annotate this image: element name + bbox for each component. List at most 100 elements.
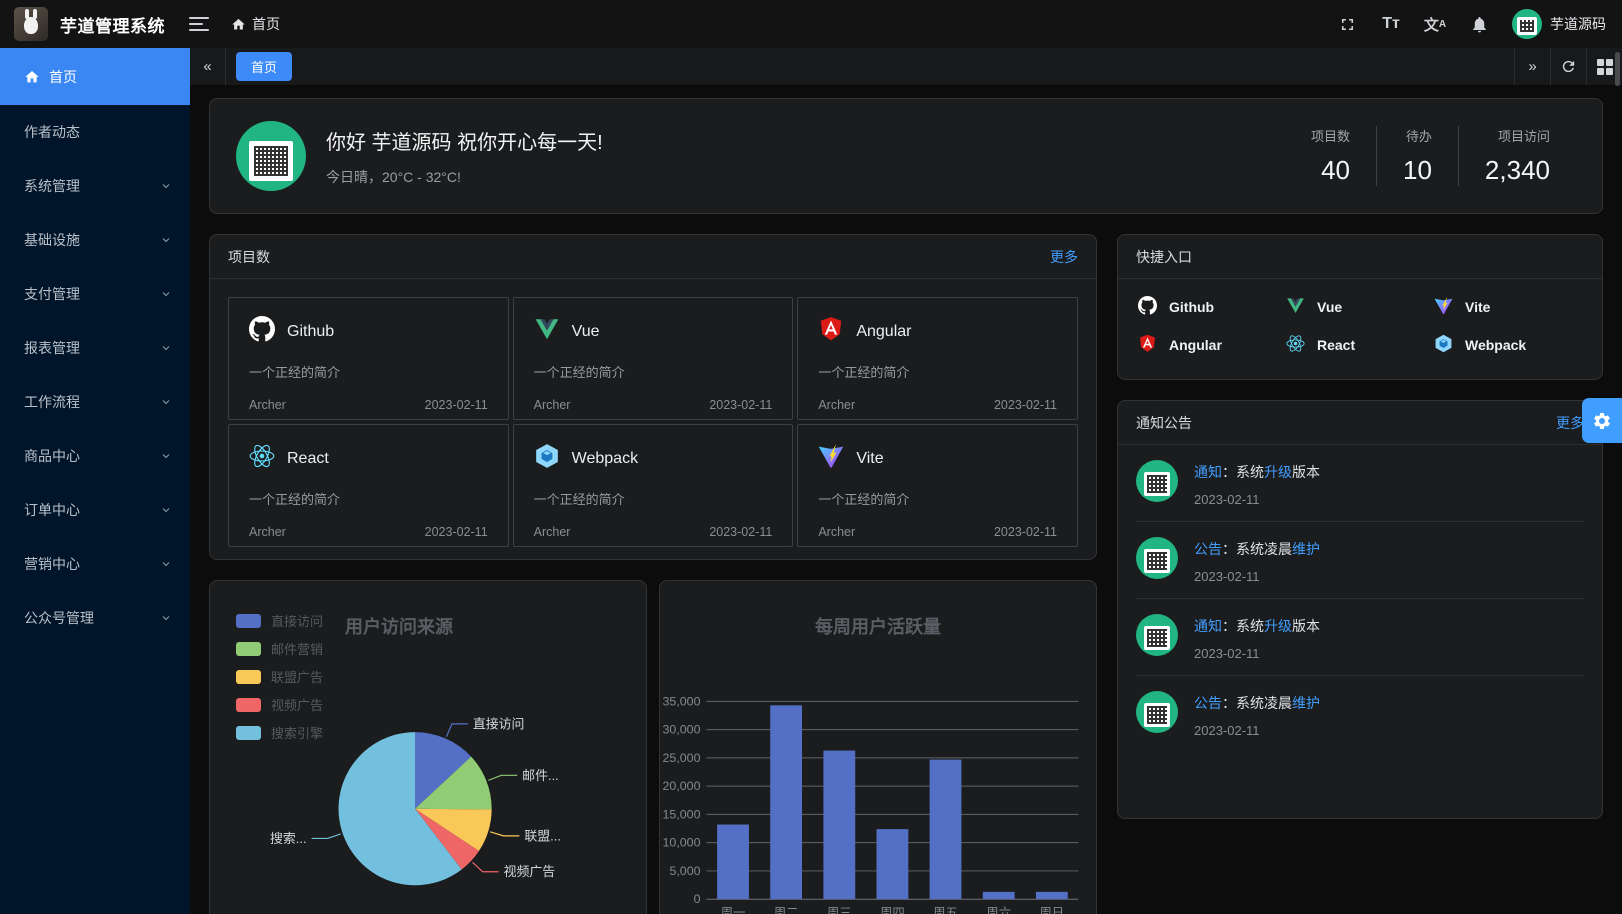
- project-card-webpack[interactable]: Webpack一个正经的简介Archer2023-02-11: [513, 424, 794, 547]
- chevron-down-icon: [160, 288, 172, 300]
- chevron-down-icon: [160, 558, 172, 570]
- welcome-card: 你好 芋道源码 祝你开心每一天! 今日晴，20°C - 32°C! 项目数40待…: [209, 98, 1603, 214]
- svg-text:周日: 周日: [1039, 906, 1064, 914]
- notice-item-0[interactable]: 通知：系统升级版本2023-02-11: [1136, 445, 1584, 522]
- user-avatar: [1512, 9, 1542, 39]
- notices-card: 通知公告 更多 通知：系统升级版本2023-02-11公告：系统凌晨维护2023…: [1117, 400, 1603, 819]
- user-menu[interactable]: 芋道源码: [1512, 9, 1606, 39]
- page-content: 你好 芋道源码 祝你开心每一天! 今日晴，20°C - 32°C! 项目数40待…: [190, 86, 1622, 914]
- tabs-scroll-left-button[interactable]: «: [190, 48, 226, 85]
- projects-grid: Github一个正经的简介Archer2023-02-11Vue一个正经的简介A…: [210, 279, 1096, 565]
- sidebar-item-10[interactable]: 公众号管理: [0, 591, 190, 645]
- stat-0: 项目数40: [1285, 126, 1376, 186]
- gear-icon: [1592, 411, 1612, 431]
- vue-icon: [1286, 296, 1305, 318]
- bar-chart-card: 每周用户活跃量 05,00010,00015,00020,00025,00030…: [659, 580, 1097, 914]
- refresh-button[interactable]: [1550, 48, 1586, 85]
- bell-icon[interactable]: [1468, 13, 1490, 35]
- svg-text:周三: 周三: [827, 906, 852, 914]
- svg-text:搜索...: 搜索...: [270, 831, 307, 846]
- projects-card: 项目数 更多 Github一个正经的简介Archer2023-02-11Vue一…: [209, 234, 1097, 560]
- scrollbar-thumb[interactable]: [1615, 52, 1620, 86]
- shortcuts-grid: GithubVueVite AngularReactWebpack: [1118, 279, 1602, 373]
- react-icon: [1286, 334, 1305, 356]
- shortcut-webpack[interactable]: Webpack: [1434, 329, 1582, 361]
- svg-text:30,000: 30,000: [663, 723, 701, 737]
- svg-text:邮件...: 邮件...: [522, 768, 559, 783]
- welcome-avatar: [236, 121, 306, 191]
- home-icon: [24, 69, 40, 85]
- notice-item-1[interactable]: 公告：系统凌晨维护2023-02-11: [1136, 522, 1584, 599]
- sidebar-item-6[interactable]: 工作流程: [0, 375, 190, 429]
- project-card-react[interactable]: React一个正经的简介Archer2023-02-11: [228, 424, 509, 547]
- translate-icon[interactable]: 文A: [1424, 13, 1446, 35]
- sidebar-item-8[interactable]: 订单中心: [0, 483, 190, 537]
- notice-avatar: [1136, 460, 1178, 502]
- angular-icon: [1138, 334, 1157, 356]
- tab-bar: « 首页 »: [190, 48, 1622, 86]
- breadcrumb[interactable]: 首页: [231, 14, 280, 34]
- project-card-angular[interactable]: Angular一个正经的简介Archer2023-02-11: [797, 297, 1078, 420]
- github-icon: [249, 316, 275, 347]
- sidebar-item-4[interactable]: 支付管理: [0, 267, 190, 321]
- chevron-down-icon: [160, 180, 172, 192]
- sidebar-item-3[interactable]: 基础设施: [0, 213, 190, 267]
- svg-text:周二: 周二: [774, 906, 799, 914]
- fullscreen-icon[interactable]: [1336, 13, 1358, 35]
- svg-text:周一: 周一: [721, 906, 746, 914]
- font-size-icon[interactable]: Tт: [1380, 13, 1402, 35]
- chevron-down-icon: [160, 504, 172, 516]
- notice-item-2[interactable]: 通知：系统升级版本2023-02-11: [1136, 599, 1584, 676]
- project-card-vite[interactable]: Vite一个正经的简介Archer2023-02-11: [797, 424, 1078, 547]
- svg-text:联盟...: 联盟...: [524, 828, 561, 843]
- notice-avatar: [1136, 537, 1178, 579]
- sidebar-item-1[interactable]: 作者动态: [0, 105, 190, 159]
- webpack-icon: [1434, 334, 1453, 356]
- welcome-greeting: 你好 芋道源码 祝你开心每一天!: [326, 126, 603, 155]
- svg-text:周五: 周五: [933, 906, 958, 914]
- sidebar-item-2[interactable]: 系统管理: [0, 159, 190, 213]
- svg-text:视频广告: 视频广告: [504, 864, 556, 879]
- sidebar-item-9[interactable]: 营销中心: [0, 537, 190, 591]
- chevron-down-icon: [160, 234, 172, 246]
- project-card-vue[interactable]: Vue一个正经的简介Archer2023-02-11: [513, 297, 794, 420]
- app-logo: [14, 7, 48, 41]
- shortcut-github[interactable]: Github: [1138, 291, 1286, 323]
- tabs-scroll-right-button[interactable]: »: [1514, 48, 1550, 85]
- sidebar-item-7[interactable]: 商品中心: [0, 429, 190, 483]
- chevron-down-icon: [160, 342, 172, 354]
- menu-fold-icon[interactable]: [189, 17, 209, 31]
- notice-avatar: [1136, 614, 1178, 656]
- shortcut-vue[interactable]: Vue: [1286, 291, 1434, 323]
- stat-2: 项目访问2,340: [1458, 126, 1576, 186]
- welcome-stats: 项目数40待办10项目访问2,340: [1285, 126, 1576, 186]
- notice-avatar: [1136, 691, 1178, 733]
- projects-more-link[interactable]: 更多: [1050, 247, 1078, 267]
- shortcuts-title: 快捷入口: [1136, 247, 1192, 267]
- chevron-down-icon: [160, 450, 172, 462]
- react-icon: [249, 443, 275, 474]
- shortcut-vite[interactable]: Vite: [1434, 291, 1582, 323]
- sidebar-item-0[interactable]: 首页: [0, 48, 190, 105]
- shortcut-angular[interactable]: Angular: [1138, 329, 1286, 361]
- welcome-weather: 今日晴，20°C - 32°C!: [326, 167, 603, 187]
- shortcut-react[interactable]: React: [1286, 329, 1434, 361]
- pie-chart-card: 用户访问来源 直接访问邮件营销联盟广告视频广告搜索引擎 直接访问邮件...联盟.…: [209, 580, 647, 914]
- webpack-icon: [534, 443, 560, 474]
- vite-icon: [1434, 296, 1453, 318]
- notices-list: 通知：系统升级版本2023-02-11公告：系统凌晨维护2023-02-11通知…: [1118, 445, 1602, 752]
- notices-more-link[interactable]: 更多: [1556, 413, 1584, 433]
- sidebar-menu: 首页作者动态系统管理基础设施支付管理报表管理工作流程商品中心订单中心营销中心公众…: [0, 48, 190, 645]
- project-card-github[interactable]: Github一个正经的简介Archer2023-02-11: [228, 297, 509, 420]
- notice-item-3[interactable]: 公告：系统凌晨维护2023-02-11: [1136, 676, 1584, 752]
- sidebar-item-5[interactable]: 报表管理: [0, 321, 190, 375]
- chevron-down-icon: [160, 396, 172, 408]
- settings-button[interactable]: [1582, 398, 1622, 443]
- vue-icon: [534, 316, 560, 347]
- github-icon: [1138, 296, 1157, 318]
- tab-home[interactable]: 首页: [236, 52, 292, 81]
- app-title: 芋道管理系统: [60, 12, 165, 37]
- stat-1: 待办10: [1376, 126, 1458, 186]
- svg-text:5,000: 5,000: [669, 864, 700, 878]
- home-icon: [231, 17, 246, 32]
